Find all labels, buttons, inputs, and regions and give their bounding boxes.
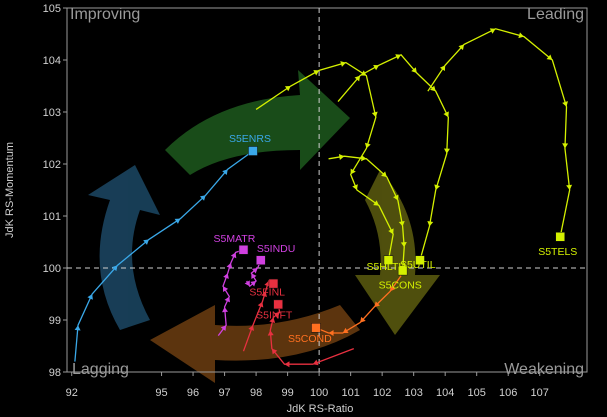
y-tick-label: 104	[43, 55, 61, 67]
y-tick-label: 101	[43, 211, 61, 223]
y-tick-label: 98	[49, 367, 61, 379]
series-endpoint-s5matr[interactable]	[238, 245, 249, 255]
y-tick-label: 99	[49, 315, 61, 327]
series-label-s5indu: S5INDU	[257, 243, 296, 255]
series-label-s5enrs: S5ENRS	[229, 133, 271, 145]
x-tick-label: 100	[310, 387, 328, 399]
x-tick-label: 101	[341, 387, 359, 399]
x-tick-label: 96	[187, 387, 199, 399]
x-tick-label: 95	[155, 387, 167, 399]
y-tick-label: 103	[43, 107, 61, 119]
quadrant-label-leading: Leading	[527, 6, 584, 23]
quadrant-label-improving: Improving	[70, 6, 140, 23]
series-label-s5tels: S5TELS	[538, 246, 577, 258]
series-endpoint-s5cond[interactable]	[311, 323, 321, 333]
x-tick-label: 92	[66, 387, 78, 399]
series-label-s5matr: S5MATR	[213, 233, 255, 245]
y-tick-label: 102	[43, 159, 61, 171]
series-endpoint-s5inft[interactable]	[273, 299, 283, 310]
x-tick-label: 103	[404, 387, 422, 399]
series-endpoint-s5tels[interactable]	[555, 232, 565, 242]
chart-background	[0, 0, 607, 417]
x-axis-title: JdK RS-Ratio	[287, 403, 354, 415]
y-axis-title: JdK RS-Momentum	[4, 142, 16, 238]
quadrant-label-lagging: Lagging	[72, 361, 129, 378]
series-label-s5cond: S5COND	[288, 333, 332, 345]
y-tick-label: 105	[43, 3, 61, 15]
quadrant-label-weakening: Weakening	[504, 361, 584, 378]
x-tick-label: 98	[250, 387, 262, 399]
x-tick-label: 106	[499, 387, 517, 399]
x-tick-label: 107	[531, 387, 549, 399]
x-tick-label: 102	[373, 387, 391, 399]
rrg-chart: Improving Leading Lagging Weakening JdK …	[0, 0, 607, 417]
series-endpoint-s5indu[interactable]	[256, 255, 266, 265]
series-label-s5inft: S5INFT	[256, 309, 293, 321]
series-label-s5util: S5UTIL	[400, 259, 436, 271]
x-tick-label: 104	[436, 387, 454, 399]
x-tick-label: 99	[281, 387, 293, 399]
x-tick-label: 105	[468, 387, 486, 399]
series-label-s5finl: S5FINL	[249, 287, 285, 299]
y-tick-label: 100	[43, 263, 61, 275]
x-tick-label: 97	[218, 387, 230, 399]
series-endpoint-s5enrs[interactable]	[248, 146, 258, 156]
series-label-s5cons: S5CONS	[379, 280, 422, 292]
